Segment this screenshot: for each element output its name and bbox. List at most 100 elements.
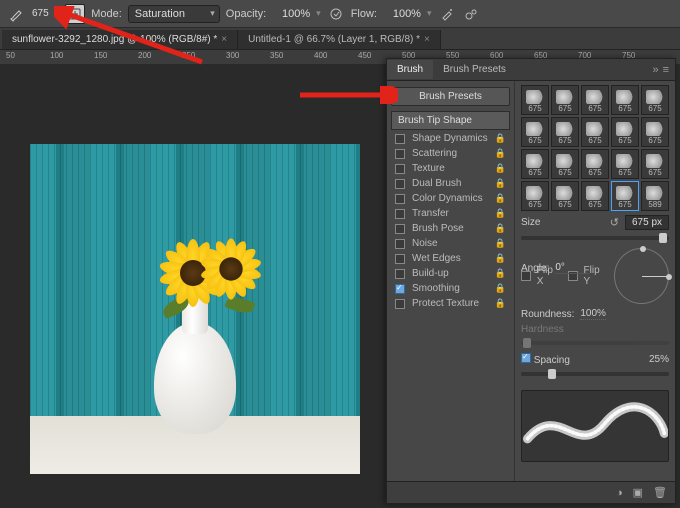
opacity-dropdown-icon[interactable]: ▾ [316,8,321,19]
brush-thumbnail[interactable]: 675 [551,181,579,211]
brush-option-brush-pose[interactable]: Brush Pose🔒 [391,221,510,236]
spacing-checkbox[interactable] [521,353,531,363]
brush-option-protect-texture[interactable]: Protect Texture🔒 [391,296,510,311]
lock-icon[interactable]: 🔒 [495,283,506,294]
blend-mode-select[interactable]: Saturation [128,5,220,23]
brush-option-scattering[interactable]: Scattering 🔒 [391,146,510,161]
brush-thumbnail[interactable]: 675 [521,181,549,211]
hardness-label: Hardness [521,324,564,335]
panel-tabs: Brush Brush Presets » ≡ [387,59,675,81]
lock-icon[interactable]: 🔒 [495,193,506,204]
brush-option-transfer[interactable]: Transfer 🔒 [391,206,510,221]
brush-thumbnail[interactable]: 675 [581,117,609,147]
reset-size-icon[interactable]: ↺ [610,216,619,229]
brush-option-smoothing[interactable]: Smoothing🔒 [391,281,510,296]
spacing-slider[interactable] [521,372,669,376]
tab-brush[interactable]: Brush [387,60,433,79]
tab-brush-presets[interactable]: Brush Presets [433,60,516,79]
roundness-value[interactable]: 100% [580,308,606,320]
lock-icon[interactable]: 🔒 [495,178,506,189]
brush-thumbnail[interactable]: 675 [551,149,579,179]
lock-icon[interactable]: 🔒 [495,148,506,159]
panel-menu-icon[interactable]: ≡ [663,64,669,76]
brush-preset-picker-icon[interactable] [65,4,85,24]
brush-thumbnail[interactable]: 589 [641,181,669,211]
brush-thumbnail[interactable]: 675 [641,149,669,179]
brush-thumbnail[interactable]: 675 [551,117,579,147]
close-icon[interactable]: × [424,34,430,45]
thumb-size: 675 [558,200,571,209]
trash-icon[interactable]: 🗑 [653,486,667,499]
brush-option-dual-brush[interactable]: Dual Brush🔒 [391,176,510,191]
option-label: Transfer [409,208,491,219]
dropdown-icon[interactable]: ▾ [55,8,60,19]
checkbox-icon[interactable] [395,209,405,219]
lock-icon[interactable]: 🔒 [495,238,506,249]
checkbox-icon[interactable] [395,179,405,189]
brush-option-shape-dynamics[interactable]: Shape Dynamics🔒 [391,131,510,146]
brush-thumbnail[interactable]: 675 [521,85,549,115]
options-toolbar: 675 ▾ Mode: Saturation Opacity: ▾ Flow: … [0,0,680,28]
airbrush-icon[interactable] [438,5,456,23]
opacity-input[interactable] [272,8,310,20]
brush-option-texture[interactable]: Texture🔒 [391,161,510,176]
brush-thumbnail[interactable]: 675 [611,149,639,179]
close-icon[interactable]: × [221,34,227,45]
checkbox-icon[interactable] [395,239,405,249]
brush-thumbnail[interactable]: 675 [641,117,669,147]
option-label: Scattering [409,148,491,159]
checkbox-icon[interactable] [395,224,405,234]
angle-dial[interactable] [614,248,669,304]
ruler-tick: 100 [50,51,63,60]
brush-thumbnail[interactable]: 675 [581,149,609,179]
lock-icon[interactable]: 🔒 [495,223,506,234]
lock-icon[interactable]: 🔒 [495,208,506,219]
doc-tab-2[interactable]: Untitled-1 @ 66.7% (Layer 1, RGB/8) *× [238,30,441,49]
brush-option-noise[interactable]: Noise🔒 [391,236,510,251]
thumb-size: 675 [588,136,601,145]
brush-option-wet-edges[interactable]: Wet Edges🔒 [391,251,510,266]
checkbox-icon[interactable] [395,194,405,204]
brush-thumbnail[interactable]: 675 [581,181,609,211]
brush-thumbnail[interactable]: 675 [611,85,639,115]
brush-thumbnail[interactable]: 675 [521,149,549,179]
brush-thumbnail[interactable]: 675 [641,85,669,115]
pressure-opacity-icon[interactable] [327,5,345,23]
thumb-size: 675 [618,136,631,145]
pressure-size-icon[interactable] [462,5,480,23]
brush-size-readout[interactable]: 675 [32,8,49,19]
brush-option-color-dynamics[interactable]: Color Dynamics🔒 [391,191,510,206]
checkbox-icon[interactable] [395,299,405,309]
brush-thumbnail[interactable]: 675 [551,85,579,115]
checkbox-icon[interactable] [395,134,405,144]
brush-option-build-up[interactable]: Build-up🔒 [391,266,510,281]
new-brush-icon[interactable]: ▣ [633,486,643,499]
doc-tab-1[interactable]: sunflower-3292_1280.jpg @ 100% (RGB/8#) … [2,30,238,49]
checkbox-icon[interactable] [395,254,405,264]
lock-icon[interactable]: 🔒 [495,298,506,309]
panel-footer: ◑ ▣ 🗑 [387,481,675,503]
checkbox-icon[interactable] [395,164,405,174]
size-slider[interactable] [521,236,669,240]
flow-input[interactable] [383,8,421,20]
brush-thumbnail[interactable]: 675 [521,117,549,147]
lock-icon[interactable]: 🔒 [495,163,506,174]
brush-tip-shape-button[interactable]: Brush Tip Shape [391,111,510,130]
lock-icon[interactable]: 🔒 [495,268,506,279]
brush-tool-icon[interactable] [6,4,26,24]
lock-icon[interactable]: 🔒 [495,253,506,264]
size-input[interactable] [625,215,669,230]
panel-collapse-icon[interactable]: » [652,64,658,76]
brush-thumbnail[interactable]: 675 [611,117,639,147]
checkbox-icon[interactable] [395,149,405,159]
checkbox-icon[interactable] [395,269,405,279]
brush-thumbnail[interactable]: 675 [611,181,639,211]
brush-presets-button[interactable]: Brush Presets [391,87,510,106]
toggle-preview-icon[interactable]: ◑ [616,487,623,499]
lock-icon[interactable]: 🔒 [495,133,506,144]
checkbox-icon[interactable] [395,284,405,294]
spacing-value[interactable]: 25% [649,354,669,365]
flow-dropdown-icon[interactable]: ▾ [427,8,432,19]
angle-input[interactable] [555,262,589,274]
brush-thumbnail[interactable]: 675 [581,85,609,115]
